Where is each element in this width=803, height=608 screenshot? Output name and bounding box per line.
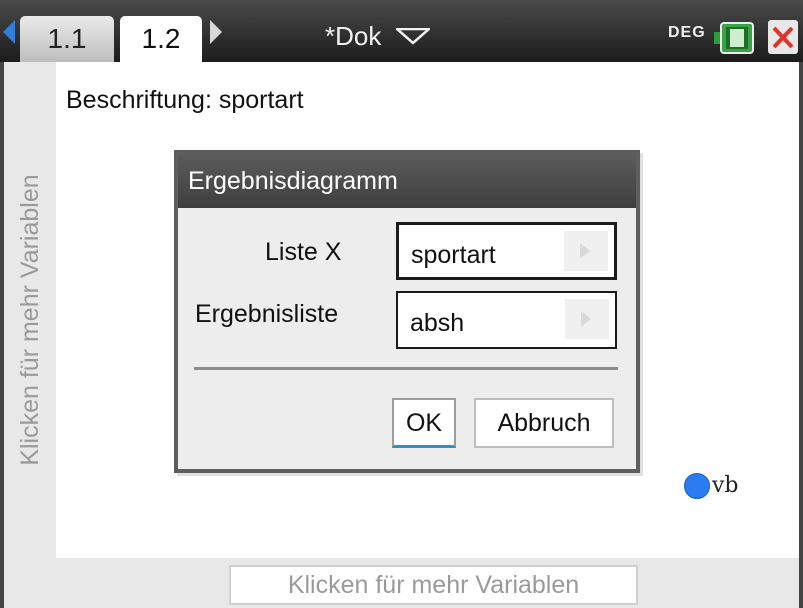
top-bar: 1.1 1.2 *Dok DEG (0, 0, 803, 62)
result-list-label: Ergebnisliste (195, 300, 339, 328)
tab-label: 1.1 (47, 23, 87, 54)
ok-button[interactable]: OK (392, 398, 456, 448)
dialog-titlebar: Ergebnisdiagramm (178, 154, 636, 208)
legend-label: vb (712, 473, 739, 498)
nav-left-icon[interactable] (3, 20, 15, 44)
angle-mode-indicator: DEG (668, 24, 706, 41)
chevron-right-icon (564, 231, 608, 271)
legend-marker (684, 473, 710, 499)
tab-1-2[interactable]: 1.2 (120, 16, 202, 62)
result-list-value: absh (410, 309, 465, 337)
dialog-divider (194, 367, 618, 370)
document-title[interactable]: *Dok (325, 16, 381, 56)
label-caption: Beschriftung: sportart (66, 86, 304, 114)
nav-right-icon[interactable] (210, 20, 222, 44)
list-x-label: Liste X (265, 238, 342, 266)
document-menu-icon[interactable] (396, 28, 430, 46)
battery-icon (714, 22, 754, 54)
tab-label: 1.2 (141, 23, 181, 54)
close-button[interactable] (768, 20, 798, 54)
result-list-select[interactable]: absh (396, 291, 617, 349)
summary-plot-dialog: Ergebnisdiagramm Liste X sportart Ergebn… (174, 150, 640, 473)
dialog-title: Ergebnisdiagramm (188, 167, 398, 195)
tab-1-1[interactable]: 1.1 (20, 16, 114, 62)
close-icon (772, 26, 794, 49)
list-x-select[interactable]: sportart (396, 222, 617, 280)
x-variable-button[interactable]: Klicken für mehr Variablen (229, 565, 638, 605)
right-border (799, 62, 803, 608)
cancel-button[interactable]: Abbruch (474, 398, 614, 448)
y-variable-button[interactable]: Klicken für mehr Variablen (12, 60, 48, 580)
list-x-value: sportart (411, 241, 496, 269)
chevron-right-icon (565, 299, 609, 339)
